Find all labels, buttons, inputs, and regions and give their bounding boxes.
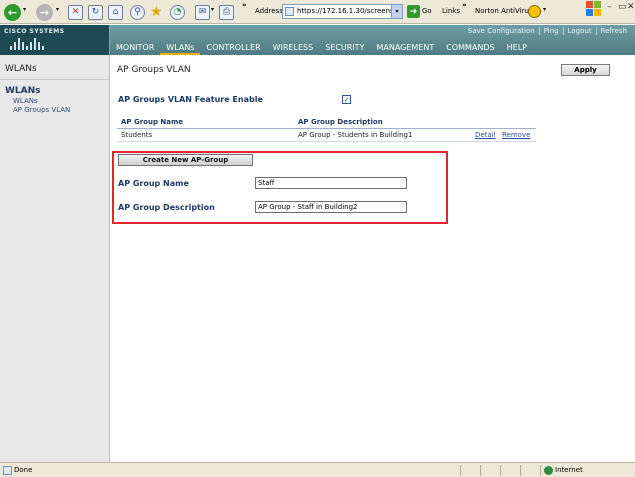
sidebar-item-wlans[interactable]: WLANs: [13, 97, 38, 105]
nav-security[interactable]: SECURITY: [319, 41, 370, 55]
page-done-icon: [3, 466, 12, 475]
stop-icon: ✕: [68, 4, 83, 20]
norton-label[interactable]: Norton AntiVirus: [475, 7, 533, 15]
search-icon: ⚲: [130, 4, 145, 20]
security-zone: Internet: [555, 466, 583, 474]
refresh-link[interactable]: Refresh: [595, 27, 631, 35]
toolbar-overflow-icon[interactable]: »: [242, 1, 247, 9]
links-label[interactable]: Links: [442, 7, 460, 15]
nav-wireless[interactable]: WIRELESS: [267, 41, 320, 55]
nav-wlans[interactable]: WLANs: [160, 41, 201, 55]
remove-link[interactable]: Remove: [502, 131, 530, 139]
detail-link[interactable]: Detail: [475, 131, 496, 139]
feature-enable-label: AP Groups VLAN Feature Enable: [118, 95, 263, 104]
ping-link[interactable]: Ping: [538, 27, 563, 35]
norton-icon[interactable]: [528, 5, 541, 18]
utility-links: Save Configuration Ping Logout Refresh: [464, 27, 631, 35]
nav-help[interactable]: HELP: [501, 41, 533, 55]
status-divider: [500, 465, 501, 476]
internet-zone-icon: [544, 466, 553, 475]
brand-name: CISCO SYSTEMS: [4, 28, 65, 35]
checkmark-icon: ✓: [343, 96, 350, 104]
refresh-icon: ↻: [88, 4, 103, 20]
status-divider: [460, 465, 461, 476]
status-divider: [540, 465, 541, 476]
windows-logo-icon: [586, 1, 601, 16]
address-dropdown-icon[interactable]: ▾: [391, 5, 402, 18]
page-title: AP Groups VLAN: [117, 65, 191, 75]
refresh-button[interactable]: ↻: [88, 3, 103, 21]
table-row-divider: [117, 141, 536, 142]
nav-commands[interactable]: COMMANDS: [440, 41, 500, 55]
sidebar-title: WLANs: [5, 64, 37, 74]
go-button[interactable]: Go: [422, 7, 432, 15]
printer-icon: ⎙: [219, 4, 234, 20]
address-bar[interactable]: https://172.16.1.30/screens/fra ▾: [282, 4, 403, 19]
apply-button[interactable]: Apply: [561, 64, 610, 76]
nav-controller[interactable]: CONTROLLER: [200, 41, 266, 55]
nav-monitor[interactable]: MONITOR: [110, 41, 160, 55]
close-icon[interactable]: ✕: [627, 2, 635, 12]
address-label: Address: [255, 7, 283, 15]
nav-management[interactable]: MANAGEMENT: [370, 41, 440, 55]
forward-button[interactable]: →: [36, 3, 53, 21]
logout-link[interactable]: Logout: [562, 27, 596, 35]
favorites-button[interactable]: ★: [150, 3, 163, 21]
row-group-description: AP Group - Students in Building1: [298, 131, 413, 139]
feature-enable-checkbox[interactable]: ✓: [342, 95, 351, 104]
sidebar: WLANs WLANs WLANs AP Groups VLAN: [0, 55, 110, 462]
minimize-icon[interactable]: –: [607, 2, 612, 12]
back-button[interactable]: ←: [4, 3, 21, 21]
ap-group-name-label: AP Group Name: [118, 179, 189, 188]
app-header: CISCO SYSTEMS Save Configuration Ping Lo…: [0, 25, 635, 55]
forward-arrow-icon: →: [36, 3, 53, 21]
print-button[interactable]: ⎙: [219, 3, 234, 21]
sidebar-group-wlans[interactable]: WLANs: [5, 86, 41, 96]
address-url: https://172.16.1.30/screens/fra: [297, 7, 403, 15]
go-arrow-icon[interactable]: ➜: [407, 5, 420, 18]
forward-dropdown-icon[interactable]: ▾: [56, 6, 59, 13]
mail-dropdown-icon[interactable]: ▾: [211, 6, 214, 13]
cisco-bars-icon: [10, 38, 44, 50]
search-button[interactable]: ⚲: [130, 3, 145, 21]
history-icon: ◔: [170, 4, 185, 20]
page-icon: [285, 7, 294, 16]
column-ap-group-description: AP Group Description: [298, 118, 383, 126]
home-icon: ⌂: [108, 4, 123, 20]
history-button[interactable]: ◔: [170, 3, 185, 21]
ap-group-name-input[interactable]: [255, 177, 407, 189]
cisco-logo: CISCO SYSTEMS: [0, 25, 110, 55]
create-new-ap-group-button[interactable]: Create New AP-Group: [118, 154, 253, 166]
save-configuration-link[interactable]: Save Configuration: [464, 27, 539, 35]
mail-icon: ✉: [195, 4, 210, 20]
status-divider: [480, 465, 481, 476]
status-bar: Done Internet: [0, 462, 635, 477]
column-ap-group-name: AP Group Name: [121, 118, 184, 126]
status-divider: [520, 465, 521, 476]
main-nav: MONITOR WLANs CONTROLLER WIRELESS SECURI…: [110, 41, 533, 55]
links-overflow-icon[interactable]: »: [462, 1, 467, 9]
browser-toolbar: ← ▾ → ▾ ✕ ↻ ⌂ ⚲ ★ ◔ ✉ ▾ ⎙ » Address http…: [0, 0, 635, 24]
ap-group-description-label: AP Group Description: [118, 203, 215, 212]
restore-icon[interactable]: ▭: [618, 2, 627, 12]
row-group-name: Students: [121, 131, 153, 139]
back-arrow-icon: ←: [4, 3, 21, 21]
home-button[interactable]: ⌂: [108, 3, 123, 21]
sidebar-item-ap-groups-vlan[interactable]: AP Groups VLAN: [13, 106, 70, 114]
back-dropdown-icon[interactable]: ▾: [23, 6, 26, 13]
mail-button[interactable]: ✉: [195, 3, 210, 21]
norton-dropdown-icon[interactable]: ▾: [543, 6, 546, 13]
ap-group-description-input[interactable]: [255, 201, 407, 213]
status-text: Done: [14, 466, 33, 474]
sidebar-divider: [0, 79, 110, 80]
table-header-divider: [117, 128, 536, 129]
stop-button[interactable]: ✕: [68, 3, 83, 21]
star-icon: ★: [150, 4, 163, 20]
